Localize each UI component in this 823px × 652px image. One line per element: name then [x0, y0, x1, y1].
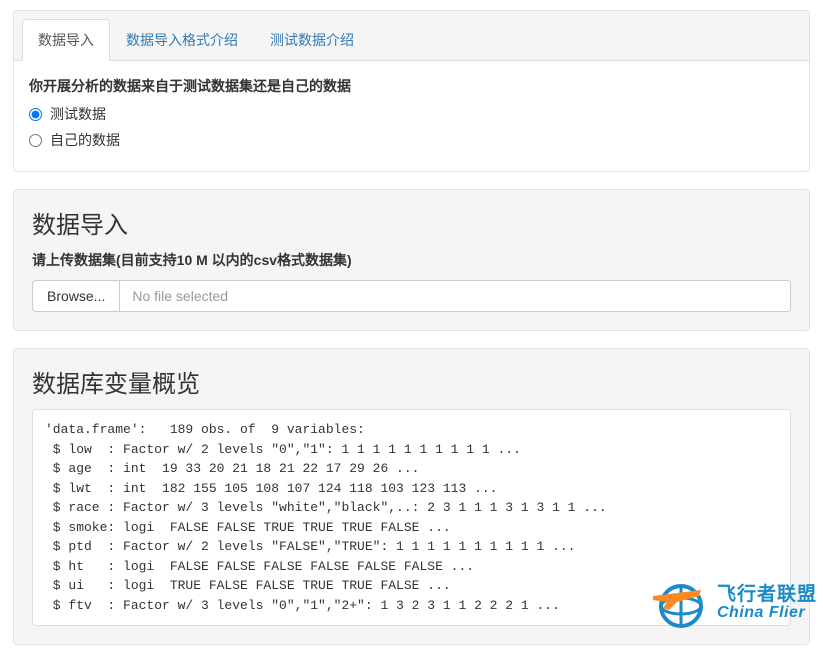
tab-import-format-intro[interactable]: 数据导入格式介绍: [110, 19, 254, 61]
tab-label: 数据导入: [38, 32, 94, 48]
data-source-question: 你开展分析的数据来自于测试数据集还是自己的数据: [29, 76, 794, 96]
tab-bar: 数据导入 数据导入格式介绍 测试数据介绍: [14, 11, 809, 61]
tab-label: 测试数据介绍: [270, 32, 354, 48]
radio-label-test-data[interactable]: 测试数据: [50, 104, 106, 124]
tab-label: 数据导入格式介绍: [126, 32, 238, 48]
variable-overview-code: 'data.frame': 189 obs. of 9 variables: $…: [32, 409, 791, 626]
radio-row-own-data: 自己的数据: [29, 130, 794, 150]
tab-data-import[interactable]: 数据导入: [22, 19, 110, 61]
radio-row-test-data: 测试数据: [29, 104, 794, 124]
section-overview-title: 数据库变量概览: [32, 364, 791, 399]
section-import-subtitle: 请上传数据集(目前支持10 M 以内的csv格式数据集): [32, 250, 791, 270]
browse-button[interactable]: Browse...: [32, 280, 119, 312]
radio-own-data[interactable]: [29, 134, 42, 147]
section-import-title: 数据导入: [32, 205, 791, 240]
file-selected-text[interactable]: No file selected: [119, 280, 791, 312]
section-overview: 数据库变量概览 'data.frame': 189 obs. of 9 vari…: [13, 348, 810, 645]
section-import: 数据导入 请上传数据集(目前支持10 M 以内的csv格式数据集) Browse…: [13, 189, 810, 331]
radio-label-own-data[interactable]: 自己的数据: [50, 130, 120, 150]
radio-test-data[interactable]: [29, 108, 42, 121]
file-input-row: Browse... No file selected: [32, 280, 791, 312]
tab-test-data-intro[interactable]: 测试数据介绍: [254, 19, 370, 61]
tab-content: 你开展分析的数据来自于测试数据集还是自己的数据 测试数据 自己的数据: [14, 61, 809, 171]
tab-panel: 数据导入 数据导入格式介绍 测试数据介绍 你开展分析的数据来自于测试数据集还是自…: [13, 10, 810, 172]
